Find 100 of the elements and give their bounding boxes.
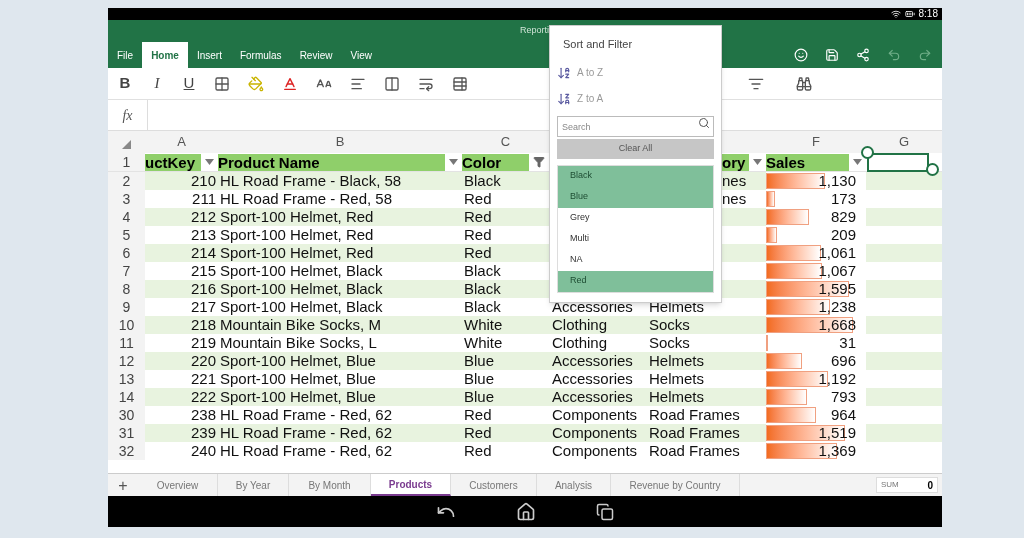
column-letter: A <box>177 132 186 151</box>
row-number: 1 <box>122 152 131 172</box>
table-cell: 793 <box>830 388 856 406</box>
table-cell: Components <box>552 442 638 459</box>
row-number: 10 <box>118 316 135 334</box>
table-cell: 216 <box>190 280 216 298</box>
ribbon-tab[interactable]: Insert <box>187 42 231 68</box>
underline-button[interactable]: U <box>182 72 196 95</box>
sort-option[interactable]: Z to A <box>557 88 714 109</box>
table-cell: Helmets <box>649 298 704 315</box>
table-cell: Sport-100 Helmet, Red <box>220 208 374 225</box>
table-cell: 173 <box>830 190 856 208</box>
ribbon-tab[interactable]: Formulas <box>230 42 291 68</box>
table-cell: 1,595 <box>818 280 856 298</box>
table-cell: 221 <box>190 370 216 388</box>
column-letter: C <box>500 132 511 151</box>
filter-item[interactable]: Red <box>558 270 713 292</box>
column-header: uctKey <box>145 153 201 171</box>
ribbon-tab[interactable]: Review <box>290 42 342 68</box>
table-cell: nes <box>722 190 747 207</box>
table-cell: 1,130 <box>818 172 856 190</box>
table-cell: White <box>464 334 503 351</box>
table-cell: 212 <box>190 208 216 226</box>
table-cell: 219 <box>190 334 216 352</box>
window-title: Reporti <box>520 24 549 38</box>
table-cell: 1,668 <box>818 316 856 334</box>
table-cell: 1,192 <box>818 370 856 388</box>
table-cell: Red <box>464 424 492 441</box>
ribbon-tab[interactable]: Home <box>142 42 188 68</box>
add-sheet-button[interactable]: + <box>108 474 138 496</box>
table-cell: Components <box>552 406 638 423</box>
row-number: 30 <box>118 406 135 424</box>
filter-item[interactable]: Black <box>558 165 713 187</box>
table-cell: Sport-100 Helmet, Blue <box>220 388 376 405</box>
table-cell: Helmets <box>649 352 704 369</box>
table-cell: HL Road Frame - Red, 58 <box>220 190 393 207</box>
table-cell: 238 <box>190 406 216 424</box>
row-number: 32 <box>118 442 135 460</box>
column-letter: G <box>898 132 910 151</box>
table-cell: 696 <box>830 352 856 370</box>
table-cell: Sport-100 Helmet, Blue <box>220 352 376 369</box>
table-cell: Red <box>464 208 492 225</box>
table-cell: Sport-100 Helmet, Red <box>220 244 374 261</box>
table-cell: Accessories <box>552 298 633 315</box>
table-cell: Road Frames <box>649 424 740 441</box>
table-cell: Red <box>464 244 492 261</box>
ribbon-tab[interactable]: View <box>341 42 381 68</box>
table-cell: Helmets <box>649 370 704 387</box>
table-cell: HL Road Frame - Red, 62 <box>220 424 393 441</box>
table-cell: Sport-100 Helmet, Red <box>220 226 374 243</box>
column-header: Sales <box>766 153 849 171</box>
table-cell: 964 <box>830 406 856 424</box>
table-cell: Accessories <box>552 370 633 387</box>
search-field[interactable]: Search <box>557 116 714 137</box>
table-cell: Road Frames <box>649 406 740 423</box>
table-cell: 214 <box>190 244 216 262</box>
table-cell: nes <box>722 172 747 189</box>
table-cell: Blue <box>464 388 495 405</box>
table-cell: White <box>464 316 503 333</box>
row-number: 6 <box>122 244 131 262</box>
row-number: 3 <box>122 190 131 208</box>
table-cell: 1,369 <box>818 442 856 460</box>
table-cell: Clothing <box>552 316 608 333</box>
table-cell: Sport-100 Helmet, Blue <box>220 370 376 387</box>
table-cell: Mountain Bike Socks, M <box>220 316 381 333</box>
row-number: 4 <box>122 208 131 226</box>
table-cell: HL Road Frame - Black, 58 <box>220 172 402 189</box>
table-cell: 213 <box>190 226 216 244</box>
table-cell: HL Road Frame - Red, 62 <box>220 406 393 423</box>
table-cell: Accessories <box>552 352 633 369</box>
table-cell: HL Road Frame - Red, 62 <box>220 442 393 459</box>
table-cell: 1,061 <box>818 244 856 262</box>
sheet-tab[interactable]: Products <box>371 474 451 496</box>
table-cell: 210 <box>190 172 216 190</box>
bold-button[interactable]: B <box>118 72 132 95</box>
table-cell: 209 <box>830 226 856 244</box>
table-cell: 217 <box>190 298 216 316</box>
filter-item[interactable]: Blue <box>558 186 713 208</box>
table-cell: 220 <box>190 352 216 370</box>
table-cell: Sport-100 Helmet, Black <box>220 262 383 279</box>
table-cell: Black <box>464 280 501 297</box>
table-cell: 240 <box>190 442 216 460</box>
clear-all-button[interactable]: Clear All <box>557 138 714 159</box>
table-cell: Red <box>464 226 492 243</box>
table-cell: Socks <box>649 316 690 333</box>
table-cell: Socks <box>649 334 690 351</box>
row-number: 31 <box>118 424 135 442</box>
sum-value: 0 <box>927 478 933 493</box>
column-letter: F <box>812 132 820 151</box>
ribbon-tab[interactable]: File <box>108 42 143 68</box>
sort-option[interactable]: A to Z <box>557 62 714 83</box>
table-cell: Black <box>464 298 501 315</box>
italic-button[interactable]: I <box>150 72 164 95</box>
table-cell: 1,238 <box>818 298 856 316</box>
table-cell: Sport-100 Helmet, Black <box>220 298 383 315</box>
function-label: fx <box>108 100 148 130</box>
row-number: 14 <box>118 388 135 406</box>
table-cell: Road Frames <box>649 442 740 459</box>
table-cell: Sport-100 Helmet, Black <box>220 280 383 297</box>
table-cell: 222 <box>190 388 216 406</box>
